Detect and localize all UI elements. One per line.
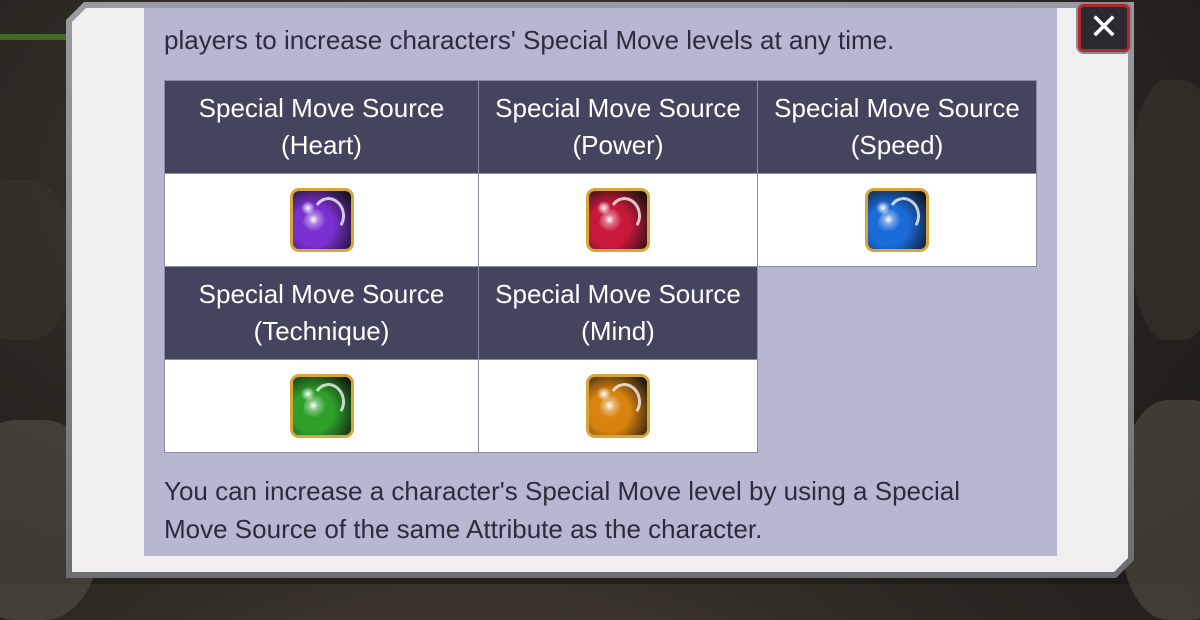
- mind-source-icon: [586, 374, 650, 438]
- intro-text: players to increase characters' Special …: [164, 25, 895, 55]
- speed-source-icon: [865, 188, 929, 252]
- source-mind-icon-cell: [479, 360, 758, 453]
- source-power-header: Special Move Source (Power): [479, 81, 758, 174]
- table-row: Special Move Source (Technique) Special …: [165, 267, 1037, 360]
- source-mind-header: Special Move Source (Mind): [479, 267, 758, 360]
- source-technique-label-line2: (Technique): [253, 316, 390, 346]
- footer-text: You can increase a character's Special M…: [164, 476, 961, 544]
- source-speed-label-line2: (Speed): [850, 130, 944, 160]
- source-power-label-line2: (Power): [572, 130, 664, 160]
- power-source-icon: [586, 188, 650, 252]
- source-technique-label-line1: Special Move Source: [198, 279, 445, 309]
- close-button[interactable]: ✕: [1078, 4, 1130, 52]
- dialog-panel: players to increase characters' Special …: [72, 8, 1128, 572]
- dialog-content[interactable]: players to increase characters' Special …: [144, 8, 1057, 556]
- close-icon: ✕: [1088, 7, 1120, 48]
- source-mind-label-line1: Special Move Source: [495, 279, 741, 309]
- empty-cell: [758, 267, 1037, 360]
- source-speed-label-line1: Special Move Source: [774, 93, 1020, 123]
- table-row: Special Move Source (Heart) Special Move…: [165, 81, 1037, 174]
- source-heart-label-line2: (Heart): [281, 130, 362, 160]
- source-heart-icon-cell: [165, 174, 479, 267]
- empty-cell: [758, 360, 1037, 453]
- background-rock: [1130, 80, 1200, 340]
- special-move-source-table: Special Move Source (Heart) Special Move…: [164, 80, 1037, 453]
- source-speed-header: Special Move Source (Speed): [758, 81, 1037, 174]
- source-power-icon-cell: [479, 174, 758, 267]
- source-technique-header: Special Move Source (Technique): [165, 267, 479, 360]
- background-rock: [0, 180, 70, 340]
- source-power-label-line1: Special Move Source: [495, 93, 741, 123]
- table-row: [165, 174, 1037, 267]
- technique-source-icon: [290, 374, 354, 438]
- source-technique-icon-cell: [165, 360, 479, 453]
- heart-source-icon: [290, 188, 354, 252]
- source-speed-icon-cell: [758, 174, 1037, 267]
- source-mind-label-line2: (Mind): [581, 316, 655, 346]
- source-heart-label-line1: Special Move Source: [198, 93, 445, 123]
- table-row: [165, 360, 1037, 453]
- source-heart-header: Special Move Source (Heart): [165, 81, 479, 174]
